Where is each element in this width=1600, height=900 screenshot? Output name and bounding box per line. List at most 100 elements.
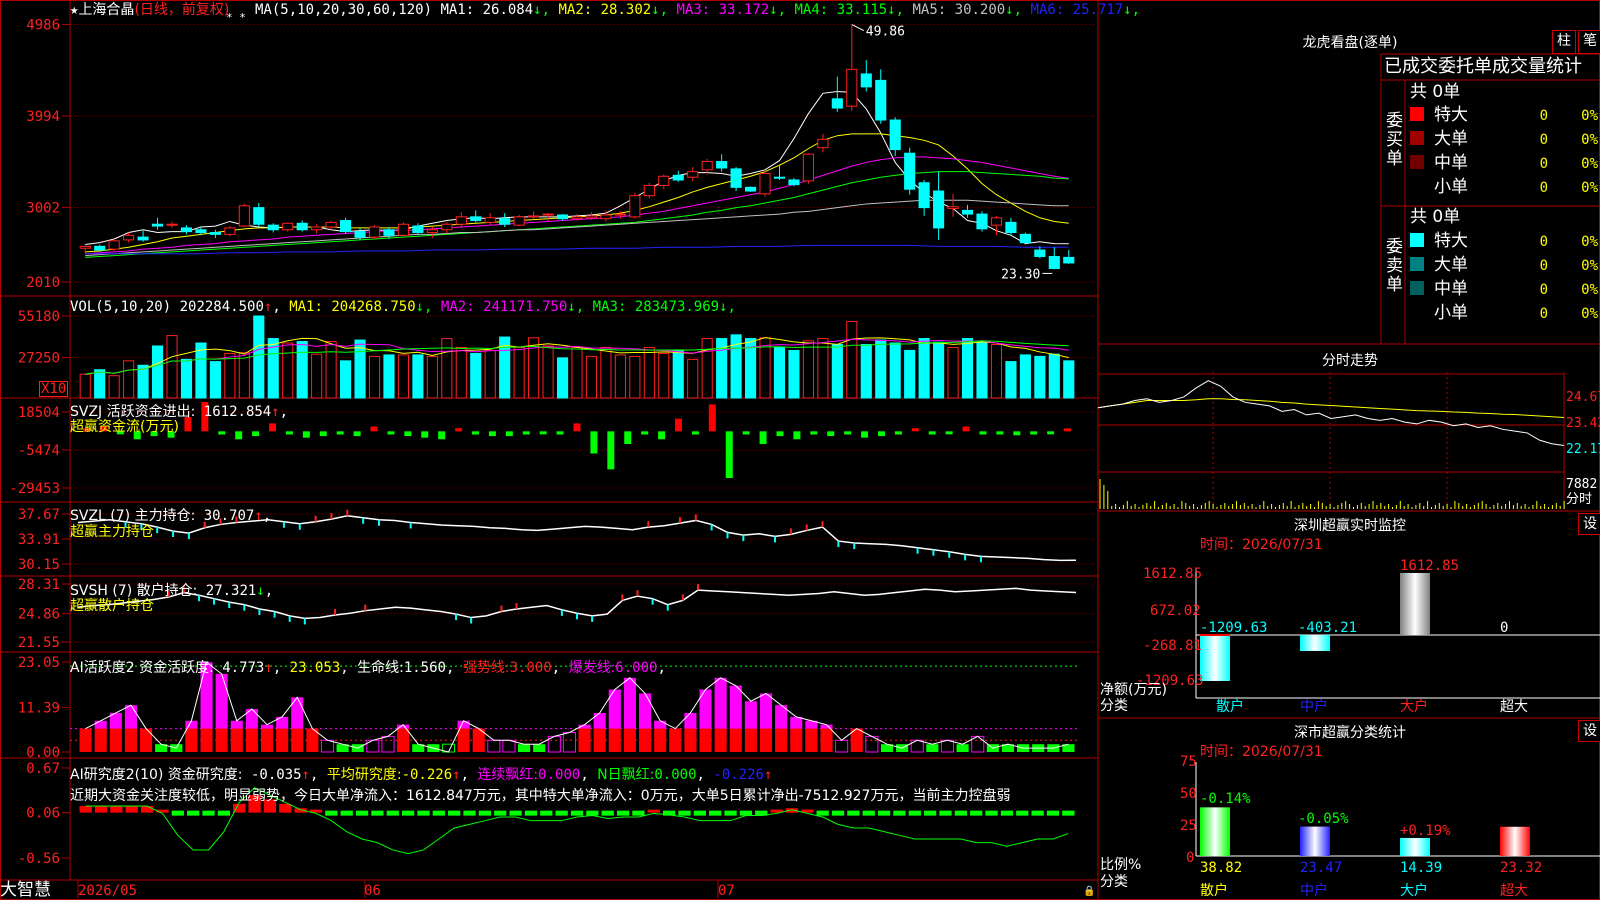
- research-bar: [202, 810, 215, 816]
- candle-up: [224, 227, 236, 235]
- candle-up: [166, 223, 178, 226]
- volume-bar-down: [180, 358, 193, 399]
- candle-up: [368, 226, 381, 238]
- research-bar: [110, 806, 123, 813]
- sm-value-retail: 38.82: [1200, 860, 1243, 876]
- activity-bar-burst: [593, 712, 606, 729]
- ma-item: MA4: 33.115: [786, 2, 888, 18]
- continuous-red-value: 0.000: [538, 767, 581, 783]
- ma-item: MA6: 25.717: [1022, 2, 1124, 18]
- activity-bar-base: [805, 728, 818, 752]
- activity-bar-base: [593, 728, 606, 752]
- fund-flow-bar: [302, 431, 310, 438]
- fund-flow-bar: [691, 431, 699, 435]
- sz-monitor-settings-button[interactable]: 设: [1578, 513, 1600, 535]
- candle-up: [658, 175, 670, 186]
- fund-flow-bar: [877, 431, 885, 437]
- volume-label: VOL(5,10,20): [70, 299, 172, 315]
- sell-row-color-swatch: [1410, 257, 1424, 271]
- activity-bar-burst: [654, 720, 667, 729]
- activity-bar-base: [276, 728, 289, 752]
- stock-terminal-canvas: 4986 3994 3002 2010 49.86 23.30 55180 27250 1850…: [0, 0, 1600, 900]
- buy-row-value: 0: [1540, 156, 1548, 172]
- fund-flow-bar: [894, 431, 902, 435]
- research-bar: [678, 810, 691, 816]
- research-bar: [325, 810, 338, 816]
- chart-mode[interactable]: (日线，前复权): [134, 2, 229, 18]
- volume-bar-down: [253, 315, 265, 399]
- buy-row-value: 0: [1540, 180, 1548, 196]
- tab-tick-mode[interactable]: 笔: [1578, 30, 1600, 54]
- tab-bar-mode[interactable]: 柱: [1552, 30, 1576, 54]
- volume-bar-down: [1034, 355, 1046, 399]
- volume-bar-down: [195, 342, 207, 399]
- fund-flow-bar: [827, 431, 835, 437]
- activity-bar-burst: [759, 693, 773, 729]
- outer-frame: [0, 0, 1600, 900]
- sm-top-large: +0.19%: [1400, 823, 1451, 839]
- volume-axis-label: 27250: [18, 351, 60, 367]
- fund-flow-bar: [708, 404, 716, 432]
- intraday-title[interactable]: 分时走势: [1290, 350, 1410, 370]
- volume-bar-up: [325, 341, 337, 399]
- candle-down: [1048, 255, 1060, 269]
- activity-bar-base: [457, 728, 470, 752]
- volume-bar-up: [397, 354, 409, 399]
- fund-flow-bar: [928, 431, 936, 435]
- fund-flow-bar: [641, 431, 649, 435]
- research-bar: [1000, 810, 1014, 816]
- activity-bar-burst: [260, 724, 274, 729]
- research-bar: [709, 810, 722, 816]
- candle-down: [904, 152, 916, 190]
- sz-cat-super: 超大: [1500, 699, 1528, 715]
- research-bar: [616, 810, 630, 816]
- candle-up: [325, 221, 337, 228]
- ai-activity-axis-label: 0.00: [26, 745, 60, 761]
- fund-flow-bar: [1030, 431, 1038, 435]
- sm-cat-super: 超大: [1500, 883, 1528, 899]
- fund-flow-bar: [674, 418, 682, 432]
- brand-logo[interactable]: 大智慧: [0, 880, 51, 900]
- intraday-axis-low: 22.17: [1566, 442, 1600, 457]
- research-bar: [140, 806, 154, 813]
- svzl-value: 30.707: [203, 508, 255, 524]
- candle-up: [426, 229, 438, 234]
- volume-unit-badge[interactable]: X10: [39, 381, 69, 397]
- research-bar: [432, 810, 445, 816]
- research-bar: [279, 803, 292, 813]
- volume-bar-down: [933, 341, 945, 399]
- activity-bar-base: [94, 728, 107, 752]
- sz-cat-mid: 中户: [1300, 699, 1328, 715]
- fund-flow-bar: [285, 431, 293, 435]
- fund-flow-bar: [319, 431, 327, 437]
- activity-bar-burst: [623, 677, 636, 729]
- volume-bar-up: [947, 346, 959, 399]
- volume-bar-up: [687, 358, 699, 399]
- intraday-axis-mid: 23.42: [1566, 416, 1600, 431]
- sz-value-retail: -1209.63: [1200, 620, 1268, 636]
- fund-flow-bar: [539, 431, 547, 435]
- activity-bar-hollow: [940, 739, 955, 753]
- svzj-axis-label: -29453: [9, 481, 60, 497]
- activity-bar-burst: [790, 716, 803, 729]
- fund-flow-bar: [607, 431, 615, 470]
- sm-value-large: 14.39: [1400, 860, 1443, 876]
- fund-flow-bar: [455, 428, 463, 432]
- research-bar: [125, 806, 138, 813]
- lock-icon[interactable]: 🔒: [1083, 884, 1095, 900]
- fund-flow-bar: [522, 431, 530, 435]
- activity-bar-burst: [215, 673, 228, 729]
- sell-total: 共 0单: [1410, 207, 1461, 227]
- buy-row-value: 0: [1540, 132, 1548, 148]
- date-label-may: 2026/05: [78, 883, 138, 899]
- sm-bar-large: [1400, 837, 1430, 856]
- volume-bar-down: [773, 346, 786, 399]
- buy-row-label: 大单: [1434, 129, 1468, 149]
- intraday-axis-high: 24.67: [1566, 390, 1600, 405]
- activity-bar-burst: [457, 720, 470, 729]
- buy-row-pct: 0%: [1581, 108, 1598, 124]
- sm-stats-settings-button[interactable]: 设: [1578, 720, 1600, 742]
- high-marker-label: 49.86: [866, 25, 905, 40]
- activity-bar-burst: [684, 712, 697, 729]
- research-bar: [939, 810, 952, 816]
